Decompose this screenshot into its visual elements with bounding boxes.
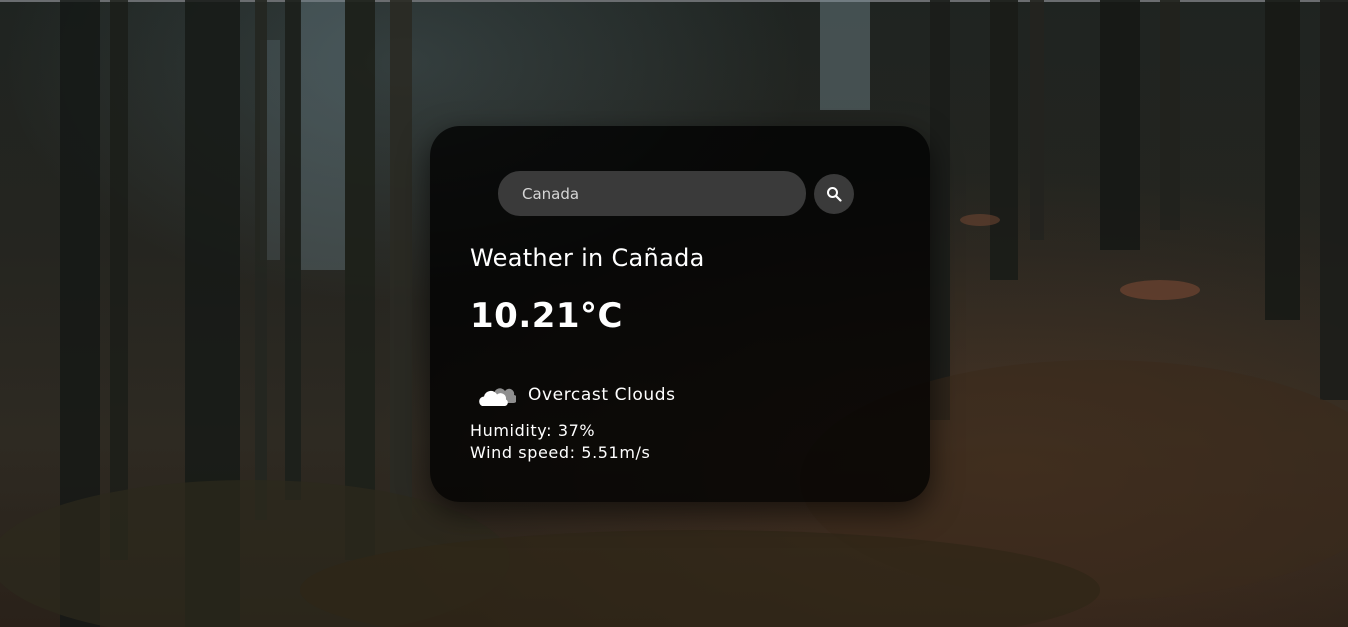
search-bar — [498, 171, 858, 216]
wind-speed: Wind speed: 5.51m/s — [470, 443, 651, 462]
search-icon — [827, 187, 842, 202]
search-input[interactable] — [498, 171, 806, 216]
search-button[interactable] — [814, 174, 854, 214]
humidity: Humidity: 37% — [470, 421, 596, 440]
condition-row: Overcast Clouds — [476, 380, 776, 410]
weather-card: Weather in Cañada 10.21°C Overcast Cloud… — [430, 126, 930, 502]
cloud-icon — [479, 388, 516, 406]
location-title: Weather in Cañada — [470, 244, 705, 272]
temperature: 10.21°C — [470, 296, 623, 336]
condition-description: Overcast Clouds — [528, 385, 676, 405]
